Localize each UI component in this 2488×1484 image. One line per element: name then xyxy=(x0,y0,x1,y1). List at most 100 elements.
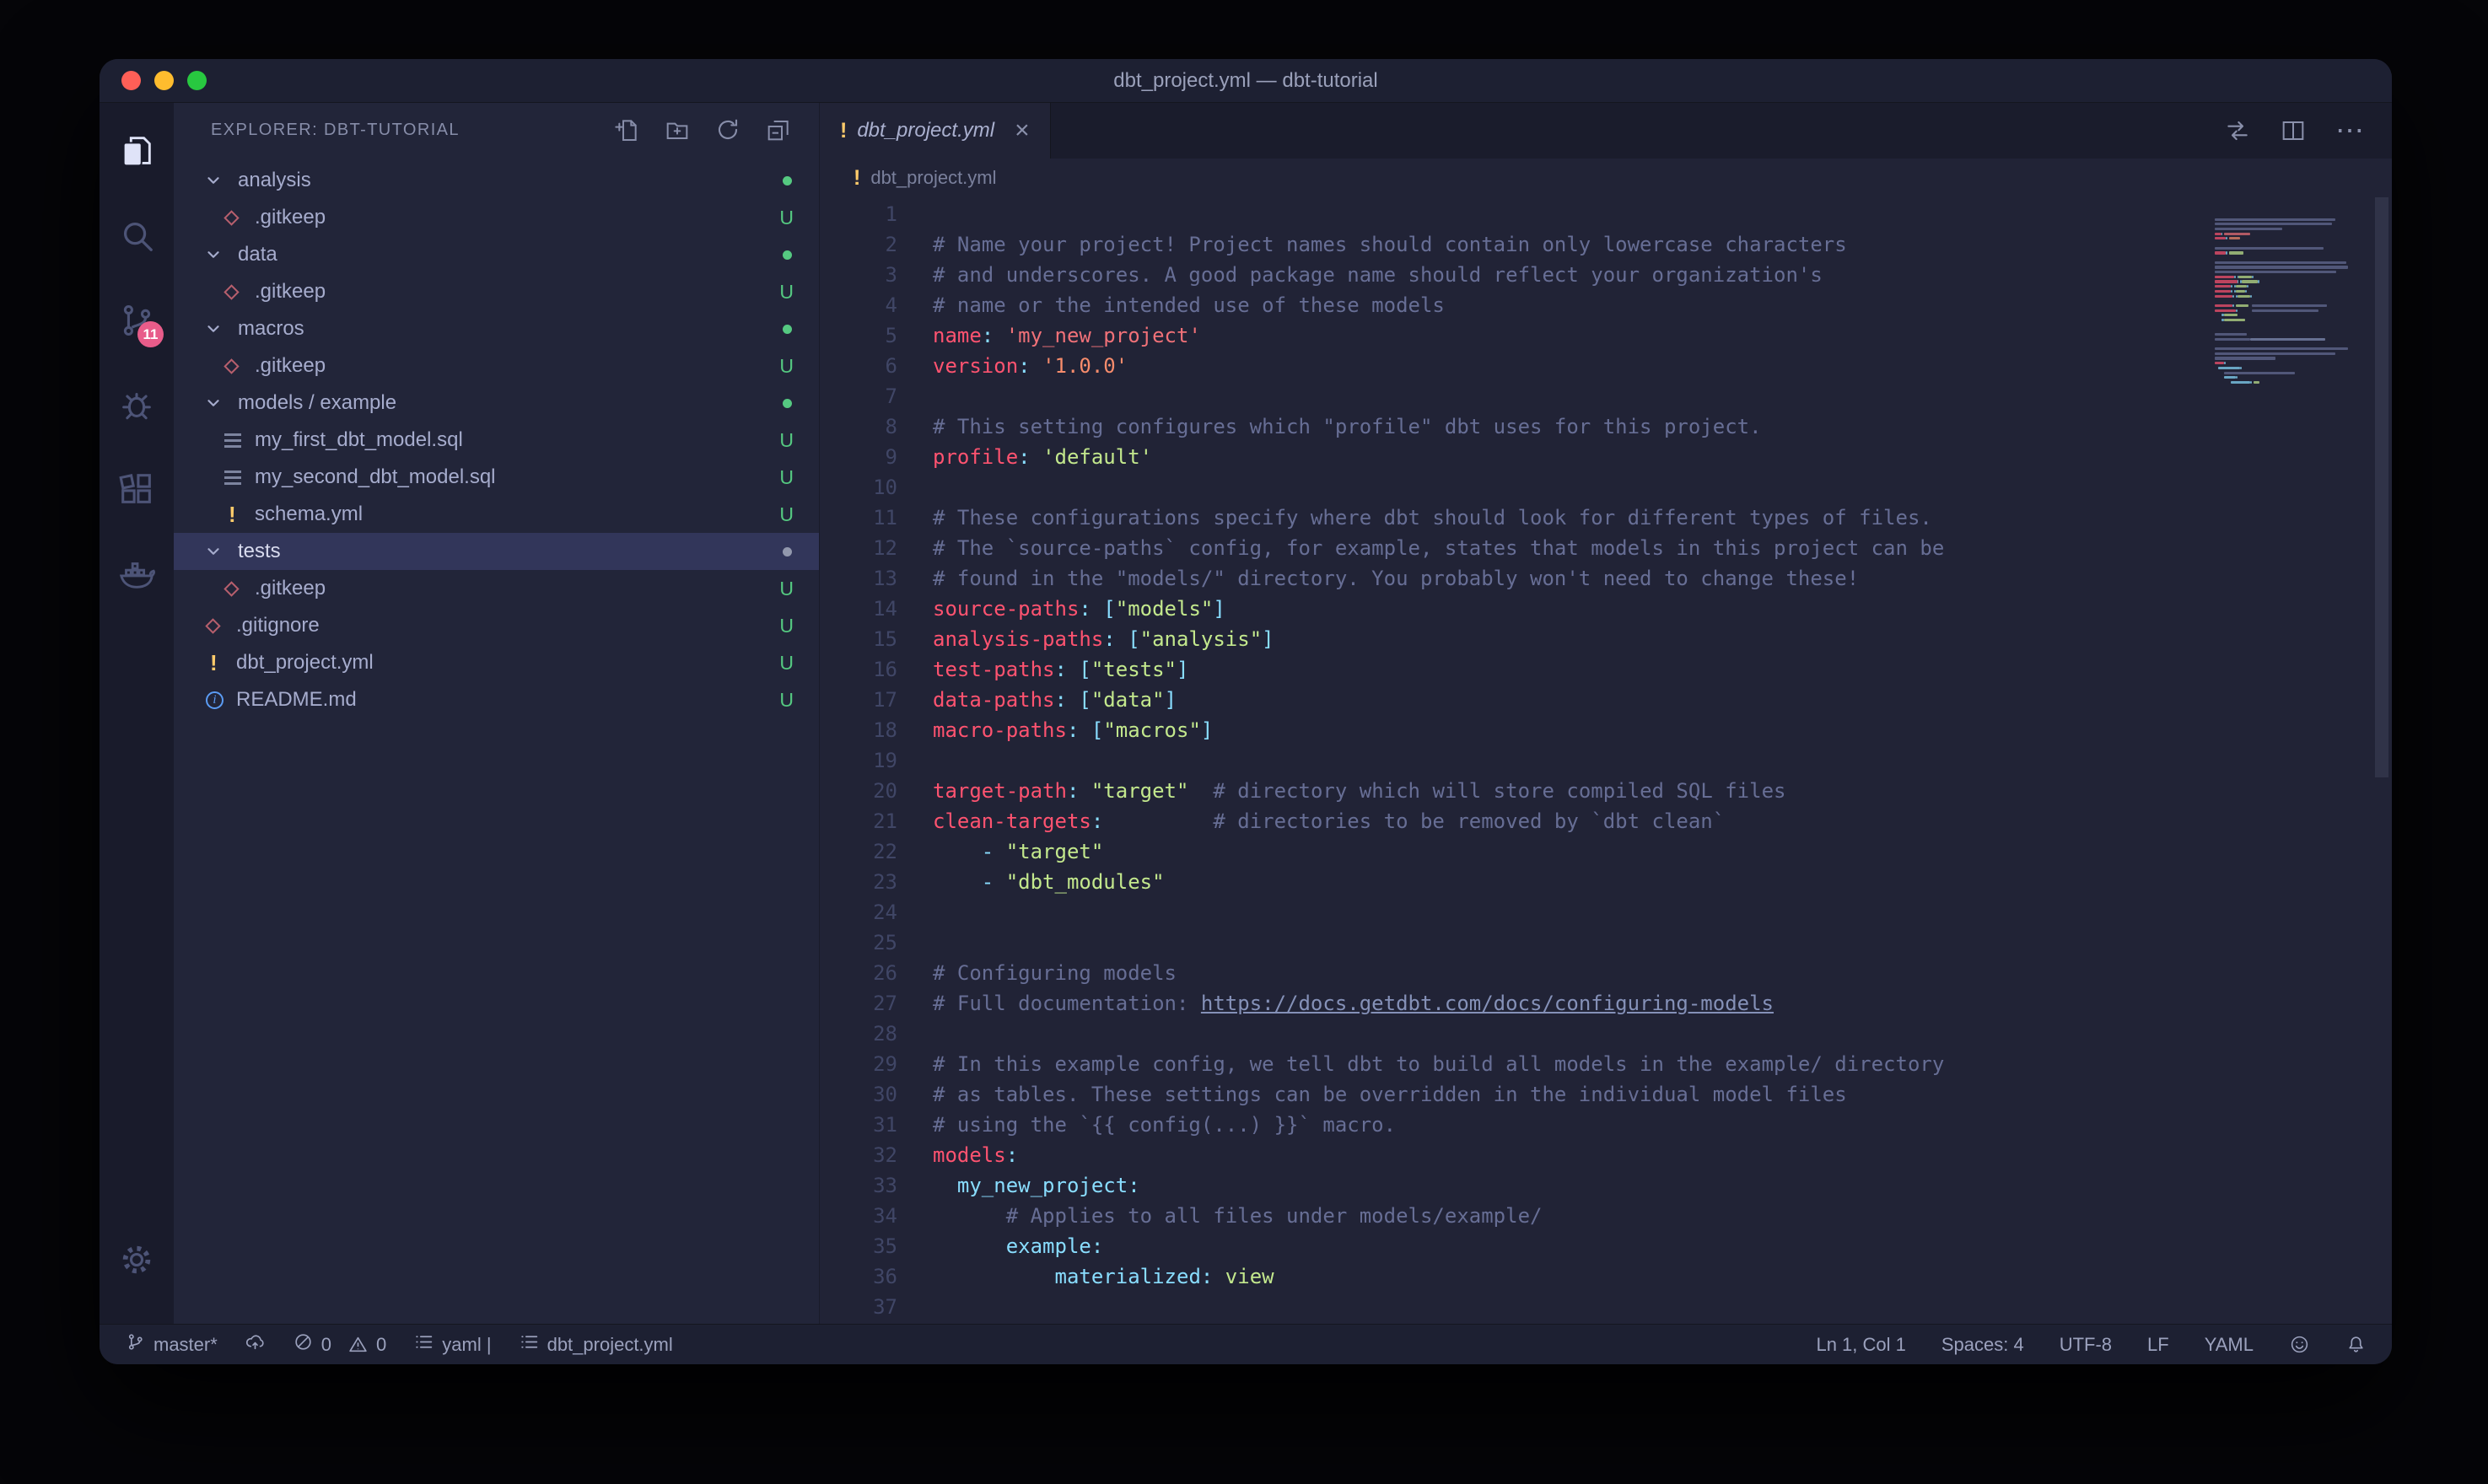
tree-folder-macros[interactable]: macros xyxy=(174,310,819,347)
tree-folder-analysis[interactable]: analysis xyxy=(174,162,819,199)
code-line-3[interactable]: 3# and underscores. A good package name … xyxy=(820,260,2215,290)
tree-file-readme-md[interactable]: iREADME.mdU xyxy=(174,681,819,718)
tree-folder-tests[interactable]: tests xyxy=(174,533,819,570)
code-line-21[interactable]: 21clean-targets: # directories to be rem… xyxy=(820,806,2215,836)
breadcrumb[interactable]: ! dbt_project.yml xyxy=(820,159,2392,197)
dbt-file-status[interactable]: dbt_project.yml xyxy=(519,1331,673,1358)
dbt-yaml-status[interactable]: yaml | xyxy=(413,1331,491,1358)
tab-bar: ! dbt_project.yml × ⋯ xyxy=(820,103,2392,159)
minimap[interactable] xyxy=(2215,201,2363,378)
tree-file-my-second-dbt-model-sql[interactable]: my_second_dbt_model.sqlU xyxy=(174,459,819,496)
code-line-2[interactable]: 2# Name your project! Project names shou… xyxy=(820,229,2215,260)
code-line-13[interactable]: 13# found in the "models/" directory. Yo… xyxy=(820,563,2215,594)
language-mode-status[interactable]: YAML xyxy=(2205,1334,2254,1356)
encoding-status[interactable]: UTF-8 xyxy=(2060,1334,2112,1356)
tree-folder-data[interactable]: data xyxy=(174,236,819,273)
cursor-position-status[interactable]: Ln 1, Col 1 xyxy=(1816,1334,1905,1356)
code-line-37[interactable]: 37 xyxy=(820,1292,2215,1322)
code-line-24[interactable]: 24 xyxy=(820,897,2215,928)
activity-search-button[interactable] xyxy=(100,196,174,280)
zoom-window-button[interactable] xyxy=(187,71,207,90)
code-line-18[interactable]: 18macro-paths: ["macros"] xyxy=(820,715,2215,745)
tree-file-gitkeep[interactable]: .gitkeepU xyxy=(174,347,819,384)
code-line-7[interactable]: 7 xyxy=(820,381,2215,411)
code-line-5[interactable]: 5name: 'my_new_project' xyxy=(820,320,2215,351)
activity-docker-button[interactable] xyxy=(100,533,174,617)
list-icon xyxy=(519,1331,540,1358)
tree-file-my-first-dbt-model-sql[interactable]: my_first_dbt_model.sqlU xyxy=(174,422,819,459)
more-actions-icon[interactable]: ⋯ xyxy=(2335,116,2365,145)
close-window-button[interactable] xyxy=(121,71,141,90)
code-line-16[interactable]: 16test-paths: ["tests"] xyxy=(820,654,2215,685)
code-line-36[interactable]: 36 materialized: view xyxy=(820,1261,2215,1292)
code-line-6[interactable]: 6version: '1.0.0' xyxy=(820,351,2215,381)
code-line-34[interactable]: 34 # Applies to all files under models/e… xyxy=(820,1201,2215,1231)
publish-changes-button[interactable] xyxy=(245,1331,266,1358)
eol-status[interactable]: LF xyxy=(2147,1334,2169,1356)
line-number: 32 xyxy=(820,1140,897,1170)
git-branch-status[interactable]: master* xyxy=(125,1331,218,1358)
code-editor[interactable]: 12# Name your project! Project names sho… xyxy=(820,197,2392,1324)
code-line-29[interactable]: 29# In this example config, we tell dbt … xyxy=(820,1049,2215,1079)
tree-file-gitkeep[interactable]: .gitkeepU xyxy=(174,570,819,607)
code-line-19[interactable]: 19 xyxy=(820,745,2215,776)
code-line-4[interactable]: 4# name or the intended use of these mod… xyxy=(820,290,2215,320)
tree-file-gitkeep[interactable]: .gitkeepU xyxy=(174,273,819,310)
warning-icon: ! xyxy=(204,650,231,676)
code-line-17[interactable]: 17data-paths: ["data"] xyxy=(820,685,2215,715)
code-line-33[interactable]: 33 my_new_project: xyxy=(820,1170,2215,1201)
new-file-icon[interactable] xyxy=(613,116,640,143)
code-line-1[interactable]: 1 xyxy=(820,199,2215,229)
line-number: 20 xyxy=(820,776,897,806)
scrollbar-thumb[interactable] xyxy=(2375,197,2388,777)
code-line-8[interactable]: 8# This setting configures which "profil… xyxy=(820,411,2215,442)
chevron-down-icon xyxy=(204,171,233,190)
tree-file-schema-yml[interactable]: !schema.ymlU xyxy=(174,496,819,533)
code-line-28[interactable]: 28 xyxy=(820,1019,2215,1049)
activity-source-control-button[interactable]: 11 xyxy=(100,280,174,364)
split-editor-icon[interactable] xyxy=(2280,117,2307,144)
close-icon[interactable]: × xyxy=(1015,118,1030,143)
indentation-status[interactable]: Spaces: 4 xyxy=(1941,1334,2024,1356)
code-line-31[interactable]: 31# using the `{{ config(...) }}` macro. xyxy=(820,1110,2215,1140)
code-line-11[interactable]: 11# These configurations specify where d… xyxy=(820,503,2215,533)
notifications-bell-icon[interactable] xyxy=(2345,1334,2367,1355)
code-line-15[interactable]: 15analysis-paths: ["analysis"] xyxy=(820,624,2215,654)
tree-file-dbt-project-yml[interactable]: !dbt_project.ymlU xyxy=(174,644,819,681)
line-number: 21 xyxy=(820,806,897,836)
line-number: 31 xyxy=(820,1110,897,1140)
code-line-26[interactable]: 26# Configuring models xyxy=(820,958,2215,988)
code-line-35[interactable]: 35 example: xyxy=(820,1231,2215,1261)
tree-file-gitignore[interactable]: .gitignoreU xyxy=(174,607,819,644)
git-untracked-badge: U xyxy=(779,503,794,526)
code-line-9[interactable]: 9profile: 'default' xyxy=(820,442,2215,472)
code-line-27[interactable]: 27# Full documentation: https://docs.get… xyxy=(820,988,2215,1019)
git-status-dot xyxy=(783,250,792,260)
activity-run-debug-button[interactable] xyxy=(100,364,174,449)
code-line-10[interactable]: 10 xyxy=(820,472,2215,503)
code-line-12[interactable]: 12# The `source-paths` config, for examp… xyxy=(820,533,2215,563)
refresh-icon[interactable] xyxy=(714,116,741,143)
problems-status[interactable]: 0 0 xyxy=(293,1331,387,1358)
tree-folder-models-example[interactable]: models / example xyxy=(174,384,819,422)
activity-extensions-button[interactable] xyxy=(100,449,174,533)
feedback-smiley-icon[interactable] xyxy=(2289,1334,2310,1355)
open-changes-icon[interactable] xyxy=(2224,117,2251,144)
code-line-20[interactable]: 20target-path: "target" # directory whic… xyxy=(820,776,2215,806)
code-line-14[interactable]: 14source-paths: ["models"] xyxy=(820,594,2215,624)
code-line-25[interactable]: 25 xyxy=(820,928,2215,958)
files-icon xyxy=(117,132,156,175)
tree-file-gitkeep[interactable]: .gitkeepU xyxy=(174,199,819,236)
minimize-window-button[interactable] xyxy=(154,71,174,90)
tab-dbt-project-yml[interactable]: ! dbt_project.yml × xyxy=(820,103,1051,159)
collapse-folders-icon[interactable] xyxy=(765,116,792,143)
settings-button[interactable] xyxy=(100,1219,174,1304)
code-line-23[interactable]: 23 - "dbt_modules" xyxy=(820,867,2215,897)
file-name: README.md xyxy=(236,688,357,712)
activity-explorer-button[interactable] xyxy=(100,111,174,196)
code-line-32[interactable]: 32models: xyxy=(820,1140,2215,1170)
code-line-22[interactable]: 22 - "target" xyxy=(820,836,2215,867)
code-line-30[interactable]: 30# as tables. These settings can be ove… xyxy=(820,1079,2215,1110)
new-folder-icon[interactable] xyxy=(664,116,691,143)
tab-label: dbt_project.yml xyxy=(857,119,994,142)
